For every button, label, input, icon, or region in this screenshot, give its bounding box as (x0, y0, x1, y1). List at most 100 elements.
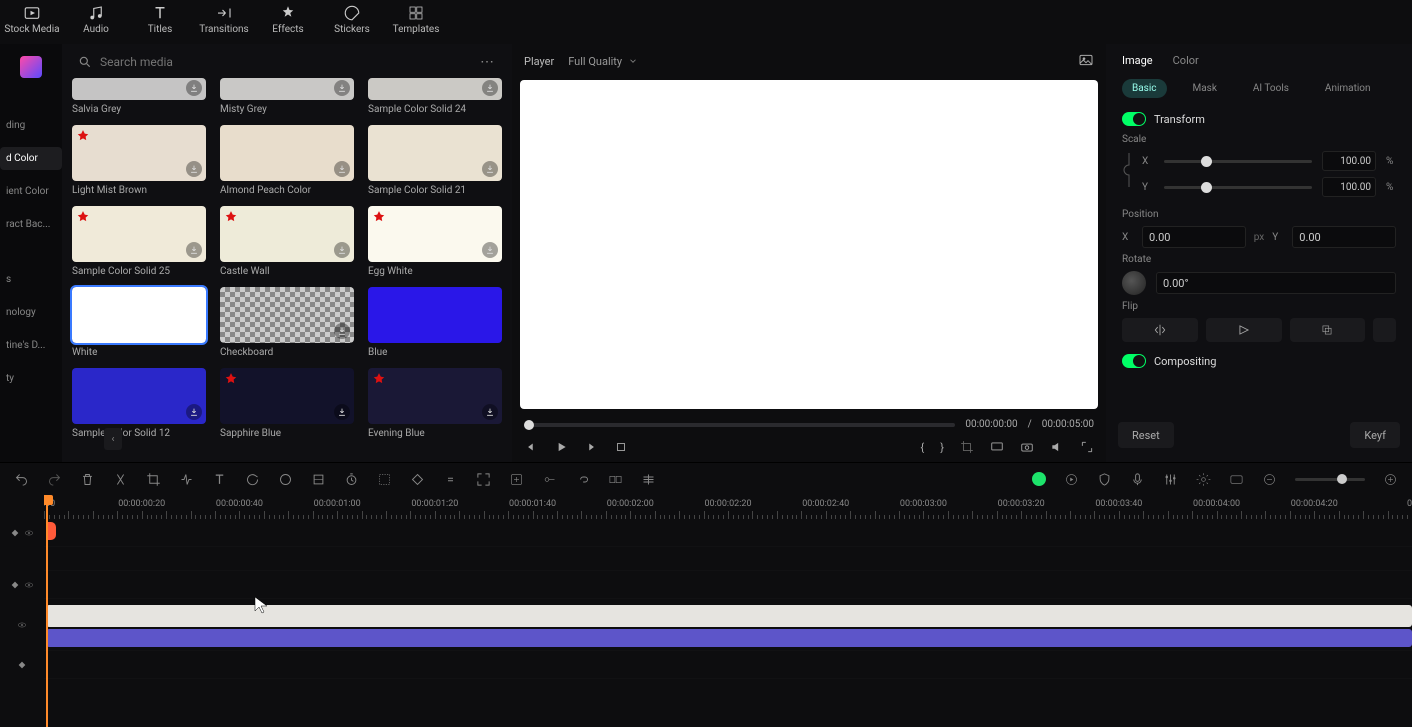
download-icon[interactable] (482, 161, 498, 177)
keyframe-tool-button[interactable] (410, 472, 425, 487)
rail-item[interactable]: ract Bac... (0, 213, 62, 236)
mark-in-button[interactable]: { (921, 441, 925, 454)
group-button[interactable] (608, 472, 623, 487)
nav-titles[interactable]: Titles (128, 4, 192, 35)
play-button[interactable] (554, 440, 568, 454)
rotate-dial[interactable] (1122, 271, 1146, 295)
download-icon[interactable] (334, 242, 350, 258)
playhead[interactable] (46, 495, 48, 727)
media-item[interactable]: Checkboard (220, 287, 354, 358)
track-row[interactable] (44, 651, 1412, 679)
search-input[interactable] (100, 55, 472, 69)
nav-stickers[interactable]: Stickers (320, 4, 384, 35)
subtab-basic[interactable]: Basic (1122, 79, 1167, 98)
align-button[interactable] (641, 472, 656, 487)
speed-button[interactable] (179, 472, 194, 487)
rail-item[interactable]: tine's D... (0, 334, 62, 357)
position-y-input[interactable]: 0.00 (1292, 226, 1396, 248)
fullscreen-button[interactable] (1080, 440, 1094, 454)
scale-y-input[interactable]: 100.00 (1322, 177, 1376, 197)
mark-out-button[interactable]: } (940, 441, 944, 454)
rotate-input[interactable]: 0.00° (1156, 272, 1396, 294)
media-item[interactable]: White (72, 287, 206, 358)
color-button[interactable] (278, 472, 293, 487)
media-item[interactable]: Light Mist Brown (72, 125, 206, 196)
preview-button[interactable] (1064, 472, 1079, 487)
nav-stock-media[interactable]: Stock Media (0, 4, 64, 35)
zoom-out-button[interactable] (1262, 472, 1277, 487)
scale-x-input[interactable]: 100.00 (1322, 151, 1376, 171)
media-item[interactable]: Sample Color Solid 21 (368, 125, 502, 196)
media-item[interactable]: Almond Peach Color (220, 125, 354, 196)
download-icon[interactable] (186, 242, 202, 258)
nav-transitions[interactable]: Transitions (192, 4, 256, 35)
media-item[interactable]: Egg White (368, 206, 502, 277)
media-item[interactable]: Sample Color Solid 25 (72, 206, 206, 277)
scale-x-slider[interactable] (1164, 160, 1312, 163)
subtab-ai-tools[interactable]: AI Tools (1243, 79, 1299, 98)
crop-tool-button[interactable] (146, 472, 161, 487)
snapshot-button[interactable] (1078, 52, 1094, 71)
download-icon[interactable] (186, 404, 202, 420)
stop-button[interactable] (614, 440, 628, 454)
reset-button[interactable]: Reset (1118, 422, 1174, 448)
track-header[interactable] (0, 651, 44, 679)
undo-button[interactable] (14, 472, 29, 487)
clip-audio[interactable] (46, 629, 1412, 647)
nav-effects[interactable]: Effects (256, 4, 320, 35)
zoom-slider[interactable] (1295, 478, 1365, 481)
clip-white[interactable] (46, 605, 1412, 627)
rail-item[interactable]: s (0, 268, 62, 291)
rail-item[interactable] (0, 246, 62, 258)
download-icon[interactable] (334, 404, 350, 420)
mixer-button[interactable] (1163, 472, 1178, 487)
prev-frame-button[interactable] (524, 440, 538, 454)
download-icon[interactable] (334, 80, 350, 96)
zoom-in-button[interactable] (1383, 472, 1398, 487)
flip-both-button[interactable] (1290, 318, 1366, 342)
link-button[interactable] (575, 472, 590, 487)
quality-dropdown[interactable]: Full Quality (568, 55, 638, 68)
tab-color[interactable]: Color (1173, 54, 1199, 67)
position-x-input[interactable]: 0.00 (1142, 226, 1246, 248)
download-icon[interactable] (186, 161, 202, 177)
subtab-mask[interactable]: Mask (1183, 79, 1227, 98)
record-button[interactable] (1032, 472, 1046, 486)
track-row[interactable] (44, 599, 1412, 651)
timer-button[interactable] (344, 472, 359, 487)
media-item[interactable]: Castle Wall (220, 206, 354, 277)
nav-audio[interactable]: Audio (64, 4, 128, 35)
download-icon[interactable] (482, 80, 498, 96)
player-canvas[interactable] (520, 80, 1098, 409)
refresh-button[interactable] (245, 472, 260, 487)
caption-button[interactable] (1229, 472, 1244, 487)
rail-item[interactable]: ding (0, 114, 62, 137)
time-ruler[interactable]: 00:0000:00:00:2000:00:00:4000:00:01:0000… (44, 495, 1412, 519)
media-item[interactable]: Sample Color Solid 12 (72, 368, 206, 439)
volume-button[interactable] (1050, 440, 1064, 454)
motion-button[interactable] (542, 472, 557, 487)
media-item[interactable]: Misty Grey (220, 78, 354, 115)
track-header[interactable] (0, 519, 44, 547)
add-button[interactable] (509, 472, 524, 487)
rail-item[interactable]: d Color (0, 147, 62, 170)
split-button[interactable] (113, 472, 128, 487)
transform-toggle[interactable] (1122, 112, 1146, 126)
rail-color-icon[interactable] (20, 56, 42, 78)
media-item[interactable]: Evening Blue (368, 368, 502, 439)
media-item[interactable]: Sapphire Blue (220, 368, 354, 439)
track-row[interactable] (44, 519, 1412, 547)
track-row[interactable] (44, 547, 1412, 571)
track-header[interactable] (0, 571, 44, 599)
tab-image[interactable]: Image (1122, 54, 1153, 67)
track-row[interactable] (44, 571, 1412, 599)
delete-button[interactable] (80, 472, 95, 487)
text-tool-button[interactable] (212, 472, 227, 487)
download-icon[interactable] (334, 161, 350, 177)
media-item[interactable]: Blue (368, 287, 502, 358)
next-frame-button[interactable] (584, 440, 598, 454)
search-more-icon[interactable]: ⋯ (480, 54, 496, 70)
rail-item[interactable]: ient Color (0, 180, 62, 203)
marker-button[interactable] (443, 472, 458, 487)
flip-vertical-button[interactable] (1206, 318, 1282, 342)
